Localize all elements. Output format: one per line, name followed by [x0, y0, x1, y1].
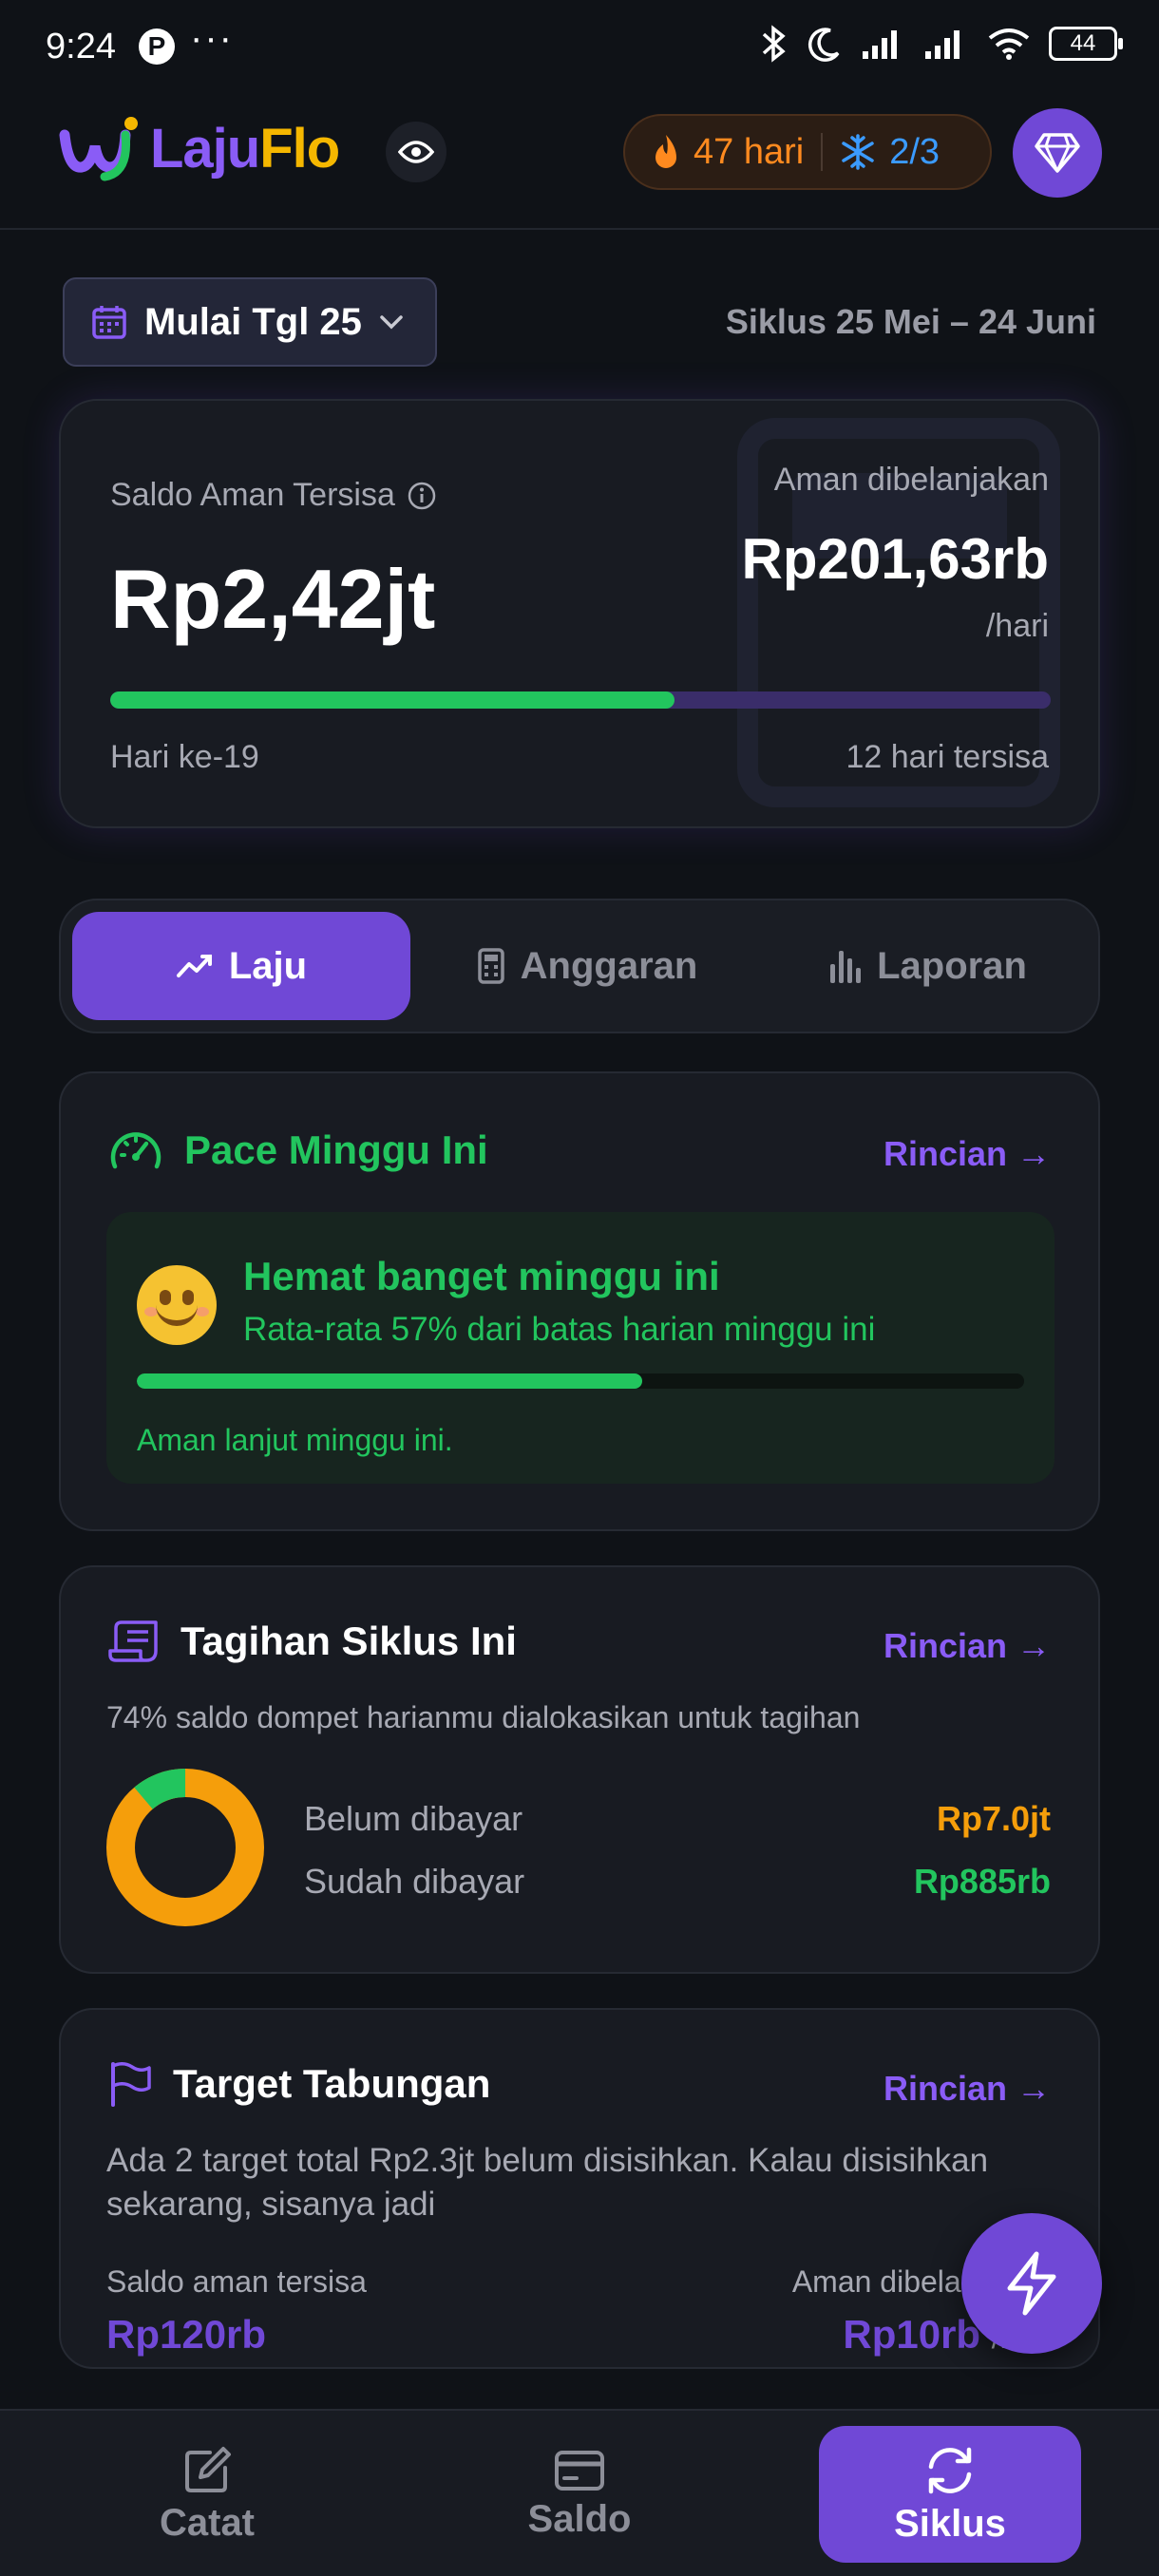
savings-title: Target Tabungan: [173, 2061, 491, 2106]
app-name: LajuFlo: [150, 117, 340, 180]
tab-laju-label: Laju: [228, 944, 308, 987]
bills-donut-chart: [105, 1768, 264, 1926]
speedometer-icon: [110, 1132, 162, 1169]
info-icon[interactable]: [407, 481, 437, 511]
flag-icon: [111, 2062, 151, 2107]
cycle-progress-bar: [110, 691, 1051, 709]
pinterest-icon: P: [139, 28, 175, 65]
paid-label: Sudah dibayar: [304, 1862, 525, 1901]
trend-icon: [176, 955, 212, 977]
safe-spend-amount: Rp201,63rb: [741, 527, 1050, 591]
tab-laporan-label: Laporan: [877, 944, 1027, 987]
per-day-label: /hari: [985, 608, 1049, 644]
tab-anggaran-label: Anggaran: [520, 944, 698, 987]
fire-icon: [656, 135, 676, 168]
card-icon: [555, 2450, 604, 2491]
bills-card: Tagihan Siklus Ini Rincian → 74% saldo d…: [59, 1565, 1100, 1974]
donut-unpaid-segment: [106, 1769, 264, 1926]
pace-title-row: Pace Minggu Ini: [108, 1127, 488, 1174]
safe-balance-label: Saldo Aman Tersisa: [110, 477, 395, 513]
view-tabs: Laju Anggaran Laporan: [59, 899, 1100, 1033]
bluetooth-icon: [762, 25, 786, 63]
cycle-start-label: Mulai Tgl 25: [144, 300, 362, 343]
moon-icon: [808, 28, 840, 62]
cycle-range: Siklus 25 Mei – 24 Juni: [725, 302, 1096, 341]
pace-title: Pace Minggu Ini: [184, 1127, 488, 1172]
safe-balance-amount: Rp2,42jt: [110, 552, 436, 646]
savings-balance-label: Saldo aman tersisa: [106, 2264, 367, 2299]
battery-icon: 44: [1049, 27, 1123, 61]
cycle-icon: [928, 2447, 972, 2493]
freeze-count: 2/3: [889, 131, 940, 172]
unpaid-value: Rp7.0jt: [936, 1799, 1051, 1838]
pace-progress-bar: [137, 1373, 1024, 1389]
bills-details-link[interactable]: Rincian →: [884, 1626, 1051, 1666]
app-name-part1: Laju: [150, 117, 260, 180]
bills-title-row: Tagihan Siklus Ini: [108, 1619, 517, 1664]
paid-value: Rp885rb: [913, 1862, 1051, 1901]
savings-details-link[interactable]: Rincian →: [884, 2069, 1051, 2109]
status-bar: 9:24 P ··· 44: [0, 0, 1159, 95]
diamond-icon: [1035, 133, 1080, 173]
days-remaining: 12 hari tersisa: [846, 739, 1049, 775]
status-icons: 44: [760, 25, 1123, 63]
calculator-icon: [477, 948, 504, 984]
nav-siklus[interactable]: Siklus: [819, 2426, 1081, 2563]
pace-card: Pace Minggu Ini Rincian → Hemat banget m…: [59, 1071, 1100, 1531]
app-logo: LajuFlo: [57, 114, 340, 182]
app-name-part2: Flo: [259, 117, 340, 180]
toggle-visibility-button[interactable]: [386, 122, 446, 182]
edit-icon: [185, 2446, 231, 2492]
wifi-icon: [988, 28, 1030, 60]
savings-description: Ada 2 target total Rp2.3jt belum disisih…: [106, 2142, 989, 2223]
pace-subline: Rata-rata 57% dari batas harian minggu i…: [243, 1311, 876, 1348]
bills-subtitle: 74% saldo dompet harianmu dialokasikan u…: [106, 1700, 861, 1734]
safe-spend-label: Aman dibelanjakan: [773, 462, 1049, 498]
day-of-cycle: Hari ke-19: [110, 739, 259, 775]
pace-details-link[interactable]: Rincian →: [884, 1134, 1051, 1174]
nav-saldo[interactable]: Saldo: [448, 2426, 711, 2563]
cycle-progress-fill: [110, 691, 674, 709]
safe-balance-label-row: Saldo Aman Tersisa: [110, 477, 437, 514]
calendar-icon: [92, 306, 126, 339]
pace-progress-fill: [137, 1373, 643, 1389]
status-time: 9:24: [46, 27, 116, 66]
eye-icon: [398, 141, 434, 163]
savings-title-row: Target Tabungan: [108, 2061, 490, 2107]
premium-button[interactable]: [1013, 108, 1102, 198]
savings-card: Target Tabungan Rincian → Ada 2 target t…: [59, 2008, 1100, 2369]
lajuflo-logo-icon: [59, 117, 138, 181]
cycle-start-dropdown[interactable]: Mulai Tgl 25: [63, 277, 437, 367]
signal-icon: [863, 30, 897, 59]
bar-chart-icon: [830, 951, 862, 983]
pace-headline: Hemat banget minggu ini: [243, 1254, 720, 1298]
streak-divider: [821, 133, 824, 171]
pace-summary-box: Hemat banget minggu ini Rata-rata 57% da…: [106, 1212, 1054, 1484]
unpaid-label: Belum dibayar: [304, 1799, 523, 1838]
pace-note: Aman lanjut minggu ini.: [137, 1423, 453, 1457]
quick-action-button[interactable]: [961, 2213, 1102, 2354]
chevron-down-icon: [380, 315, 403, 330]
nav-saldo-label: Saldo: [527, 2497, 632, 2540]
nav-siklus-label: Siklus: [894, 2502, 1006, 2545]
balance-card: Saldo Aman Tersisa Rp2,42jt Aman dibelan…: [59, 399, 1100, 828]
tab-laporan[interactable]: Laporan: [764, 912, 1091, 1020]
nav-catat-label: Catat: [159, 2501, 256, 2544]
savings-balance-value: Rp120rb: [106, 2312, 267, 2357]
app-header: LajuFlo 47 hari 2/3: [0, 95, 1159, 230]
streak-days: 47 hari: [694, 131, 805, 172]
streak-badge[interactable]: 47 hari 2/3: [623, 114, 992, 190]
tab-laju[interactable]: Laju: [72, 912, 410, 1020]
tab-anggaran[interactable]: Anggaran: [418, 912, 756, 1020]
nav-catat[interactable]: Catat: [76, 2426, 338, 2563]
more-notifications-icon: ···: [190, 17, 234, 59]
signal-icon-2: [925, 30, 960, 59]
smile-emoji-icon: [137, 1265, 217, 1345]
snowflake-icon: [842, 134, 874, 170]
lightning-icon: [1007, 2251, 1056, 2316]
receipt-icon: [108, 1620, 158, 1662]
savings-spend-value: Rp10rb: [843, 2312, 981, 2357]
bills-title: Tagihan Siklus Ini: [180, 1619, 517, 1663]
bottom-navigation: Catat Saldo Siklus: [0, 2409, 1159, 2576]
